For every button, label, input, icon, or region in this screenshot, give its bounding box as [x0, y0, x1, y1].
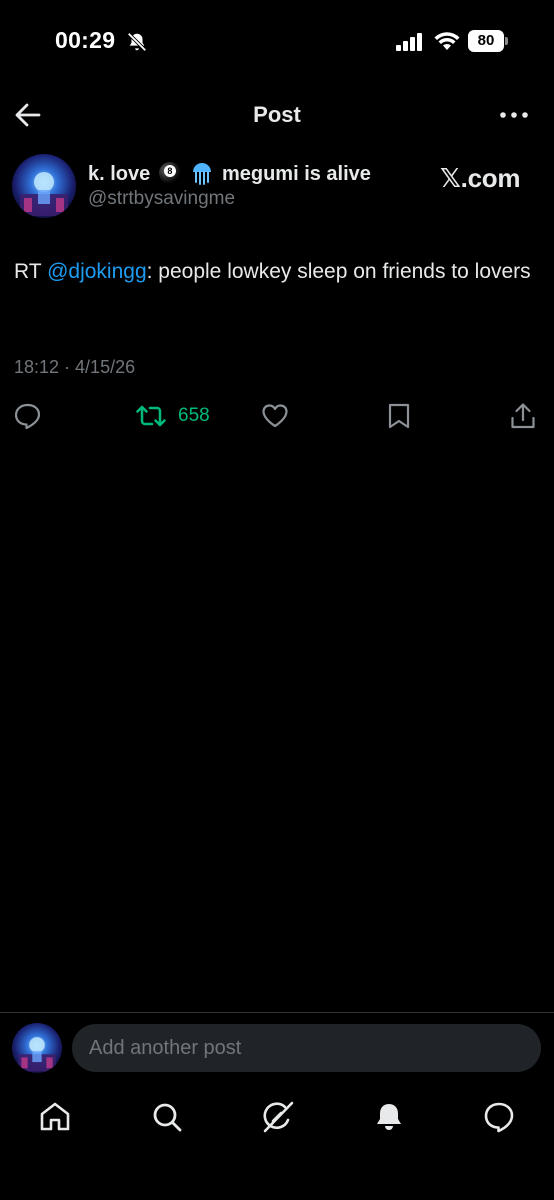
repost-count: 658: [178, 405, 210, 426]
author-name[interactable]: k. love megumi is alive: [88, 161, 371, 186]
jellyfish-emoji-icon: [193, 163, 212, 185]
like-icon[interactable]: [261, 402, 289, 430]
grok-icon[interactable]: [261, 1100, 295, 1134]
mention-link[interactable]: @djokingg: [47, 260, 147, 283]
home-icon[interactable]: [38, 1100, 72, 1134]
post-text: RT @djokingg: people lowkey sleep on fri…: [14, 254, 544, 289]
author-name-suffix: megumi is alive: [221, 163, 371, 185]
eight-ball-emoji-icon: [158, 162, 181, 184]
reply-icon[interactable]: [14, 402, 41, 430]
post-header: Post: [0, 92, 554, 138]
signal-icon: [396, 33, 422, 51]
status-time: 00:29: [55, 27, 116, 53]
search-icon[interactable]: [150, 1100, 184, 1134]
battery-cap: [505, 37, 508, 45]
wifi-icon: [434, 32, 460, 50]
author-avatar[interactable]: [12, 154, 76, 218]
share-icon[interactable]: [510, 402, 536, 430]
author-name-text: k. love: [88, 163, 151, 185]
reply-composer-input[interactable]: [72, 1024, 541, 1072]
composer-avatar[interactable]: [12, 1023, 62, 1073]
notifications-icon[interactable]: [372, 1100, 406, 1134]
composer-divider: [0, 1012, 554, 1013]
battery-icon: 80: [468, 30, 508, 52]
post-timestamp: 18:12 · 4/15/26: [14, 357, 136, 377]
x-com-logo: 𝕏.com: [440, 163, 521, 193]
status-bar: 00:29 80: [0, 0, 554, 84]
battery-level: 80: [468, 30, 504, 52]
post-prefix: RT: [14, 260, 48, 283]
repost-icon: [136, 405, 166, 427]
bell-off-icon: [127, 32, 147, 52]
author-handle[interactable]: @strtbysavingme: [88, 188, 235, 210]
post-body: : people lowkey sleep on friends to love…: [146, 260, 531, 283]
page-title: Post: [253, 102, 301, 127]
messages-icon[interactable]: [482, 1100, 516, 1134]
bookmark-icon[interactable]: [387, 402, 411, 430]
more-icon[interactable]: [498, 104, 530, 126]
repost-button[interactable]: 658: [136, 402, 226, 430]
